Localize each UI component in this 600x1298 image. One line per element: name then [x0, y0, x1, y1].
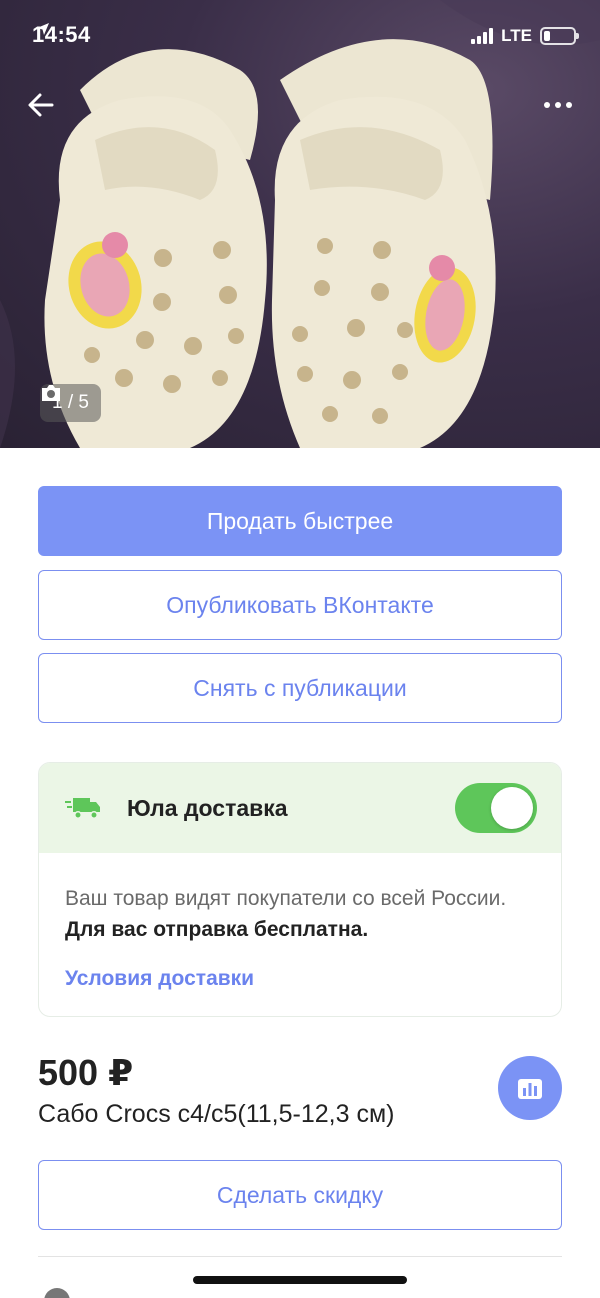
sell-faster-button[interactable]: Продать быстрее — [38, 486, 562, 556]
more-dots-icon — [544, 102, 550, 108]
delivery-truck-icon — [65, 798, 100, 819]
delivery-card: Юла доставка Ваш товар видят покупатели … — [38, 762, 562, 1017]
unpublish-button[interactable]: Снять с публикации — [38, 653, 562, 723]
bar-chart-icon — [518, 1079, 542, 1099]
listing-title: Сабо Crocs с4/с5(11,5-12,3 см) — [38, 1100, 395, 1128]
statistics-button[interactable] — [498, 1056, 562, 1120]
camera-icon — [42, 385, 60, 401]
toggle-knob — [491, 787, 533, 829]
status-time: 14:54 — [32, 22, 91, 48]
delivery-title: Юла доставка — [127, 794, 288, 821]
product-photo[interactable]: 14:54 LTE 1 / 5 — [0, 0, 600, 448]
delivery-toggle[interactable] — [455, 783, 537, 833]
delivery-description: Ваш товар видят покупатели со всей Росси… — [39, 853, 561, 994]
home-indicator[interactable] — [193, 1276, 407, 1284]
signal-icon — [471, 28, 494, 44]
delivery-terms-link[interactable]: Условия доставки — [65, 963, 535, 994]
more-options-button[interactable] — [538, 88, 578, 122]
battery-icon — [540, 27, 579, 45]
network-type: LTE — [501, 26, 532, 45]
delivery-header: Юла доставка — [39, 763, 561, 853]
photo-counter: 1 / 5 — [40, 384, 101, 422]
publish-vk-button[interactable]: Опубликовать ВКонтакте — [38, 570, 562, 640]
make-discount-button[interactable]: Сделать скидку — [38, 1160, 562, 1230]
back-button[interactable] — [22, 86, 62, 126]
delivery-description-text: Ваш товар видят покупатели со всей Росси… — [65, 887, 507, 910]
status-bar: 14:54 LTE — [0, 0, 600, 70]
arrow-left-icon — [28, 93, 54, 117]
location-arrow-icon — [37, 23, 49, 35]
status-indicators: LTE — [471, 26, 579, 46]
delivery-description-bold: Для вас отправка бесплатна. — [65, 918, 369, 941]
info-icon — [44, 1288, 70, 1298]
section-divider — [38, 1256, 562, 1257]
listing-price: 500 ₽ — [38, 1052, 134, 1093]
